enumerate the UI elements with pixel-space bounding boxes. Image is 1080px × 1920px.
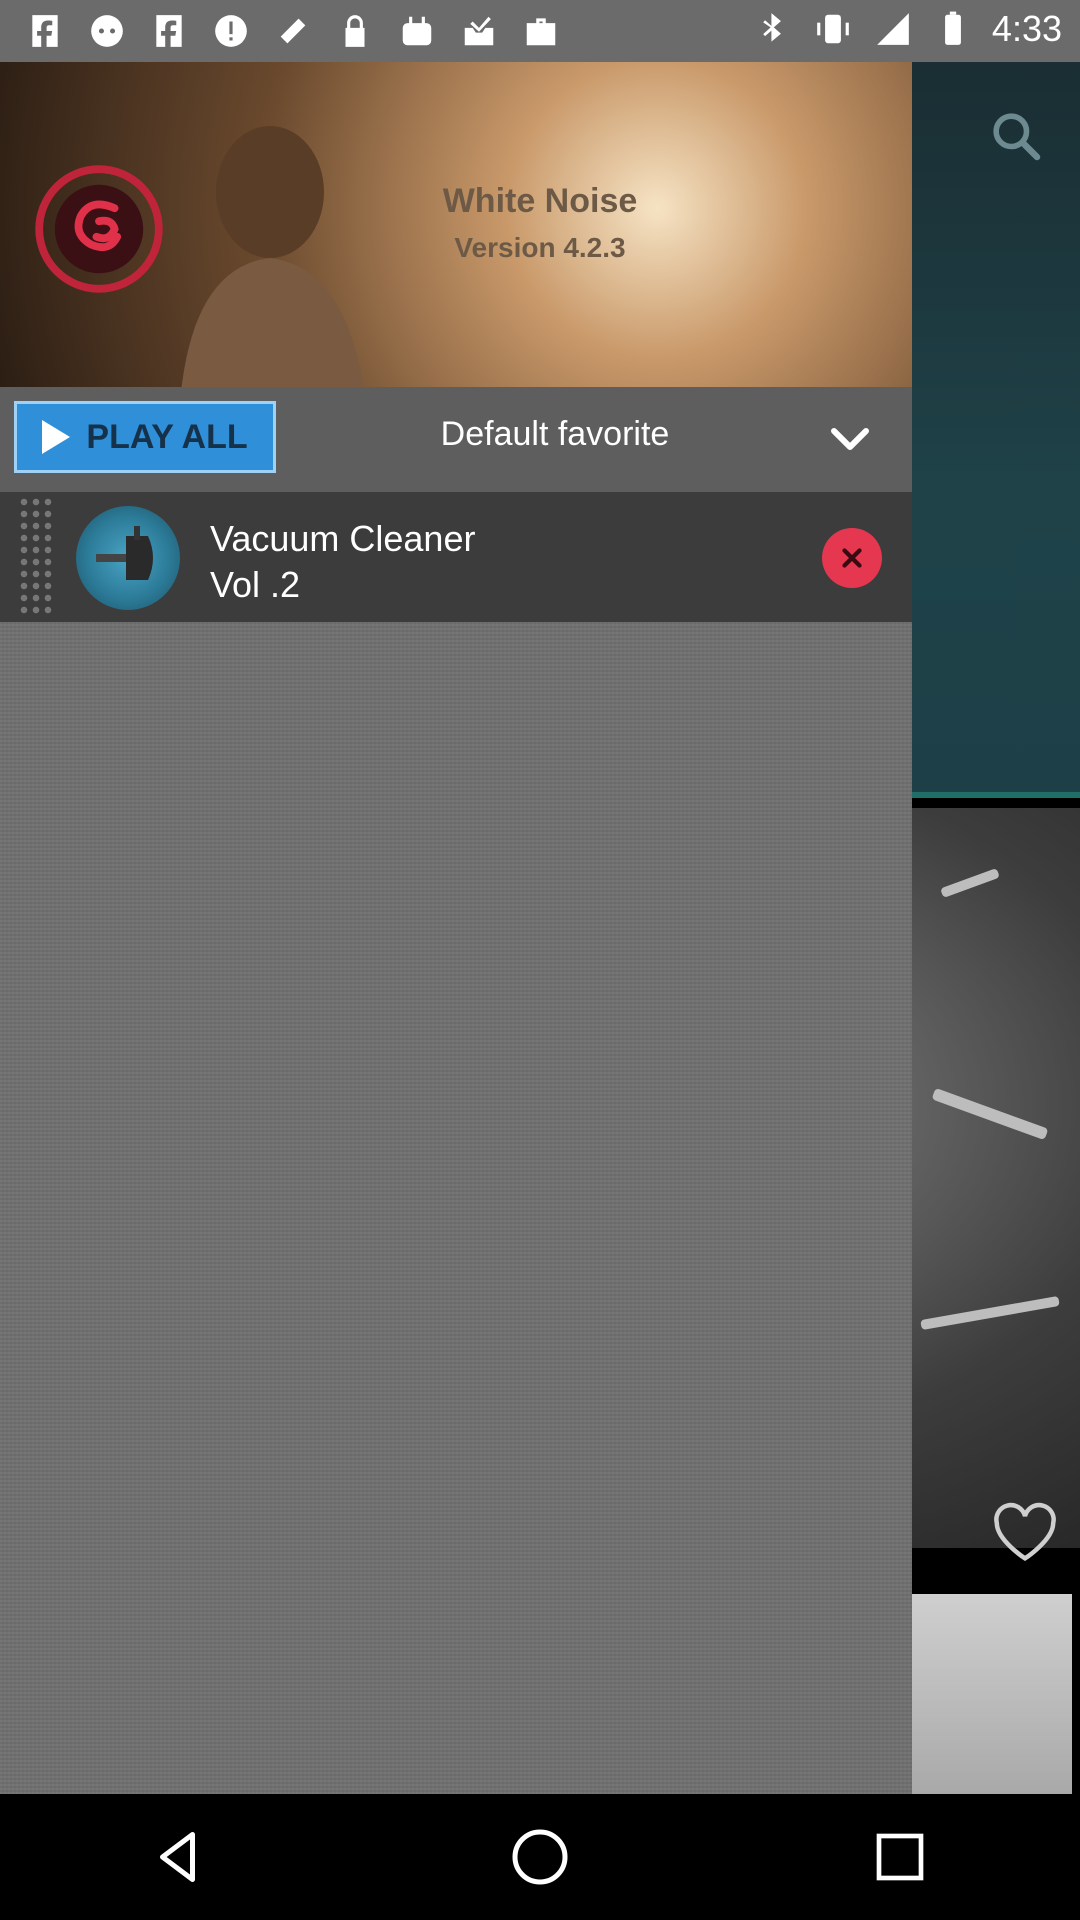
satellite-icon [272,10,314,52]
play-icon [42,420,71,454]
home-icon [512,1829,568,1885]
navigation-bar [0,1794,1080,1920]
facebook-icon [24,10,66,52]
status-bar: 4:33 [0,0,1080,62]
song-thumbnail [76,506,180,610]
playlist-bar: PLAY ALL Default favorite [0,387,912,492]
app-logo-icon [35,165,163,293]
heart-icon[interactable] [990,1502,1060,1564]
recents-icon [876,1833,924,1881]
face-icon [86,10,128,52]
list-item[interactable]: Vacuum Cleaner Vol .2 [0,492,912,622]
briefcase-icon [520,10,562,52]
song-title: Vacuum Cleaner [210,518,476,559]
header-photo-silhouette [181,126,364,387]
close-icon [842,548,862,568]
bluetooth-icon [752,8,794,50]
search-icon[interactable] [988,108,1044,164]
playlist-name[interactable]: Default favorite [330,415,780,454]
vibrate-icon [812,8,854,50]
bag-icon [396,10,438,52]
app-name: White Noise [442,182,638,220]
lock-icon [334,10,376,52]
song-subtitle: Vol .2 [210,564,301,605]
remove-song-button[interactable] [822,528,882,588]
system-status: 4:33 [752,8,1062,50]
background-thumbnail[interactable] [912,1594,1072,1794]
facebook-icon [148,10,190,52]
home-button[interactable] [495,1812,585,1902]
play-all-button[interactable]: PLAY ALL [14,401,276,473]
back-icon [160,1832,195,1882]
app-version: Version 4.2.3 [454,232,626,263]
info-icon [210,10,252,52]
clock: 4:33 [991,8,1062,49]
recents-button[interactable] [855,1812,945,1902]
chevron-down-icon[interactable] [826,415,874,463]
inbox-icon [458,10,500,52]
vacuum-icon [96,526,153,580]
play-all-label: PLAY ALL [86,417,248,456]
back-button[interactable] [135,1812,225,1902]
battery-icon [932,8,974,50]
drag-handle-icon[interactable] [18,496,54,618]
signal-icon [872,8,914,50]
navigation-drawer: White Noise Version 4.2.3 PLAY ALL Defau… [0,62,912,1794]
notification-icons [24,10,562,52]
drawer-header: White Noise Version 4.2.3 [0,62,912,387]
